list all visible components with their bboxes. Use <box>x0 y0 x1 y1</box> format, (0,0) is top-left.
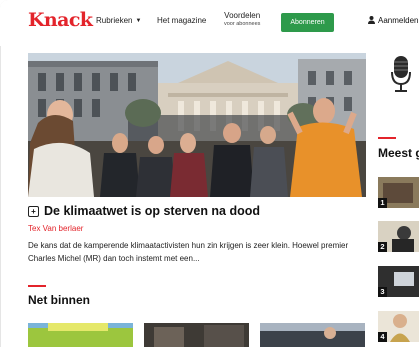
hero-article-title[interactable]: + De klimaatwet is op sterven na dood <box>28 204 260 218</box>
net-binnen-thumbnail[interactable] <box>28 323 133 347</box>
site-logo[interactable]: Knack <box>28 9 93 31</box>
most-read-item[interactable]: 3 <box>378 266 419 297</box>
net-binnen-thumbnail[interactable] <box>260 323 365 347</box>
sidebar-divider <box>378 137 396 139</box>
premium-plus-icon: + <box>28 206 39 217</box>
rank-number: 4 <box>378 332 387 342</box>
login-label: Aanmelden <box>378 16 419 25</box>
nav-magazine[interactable]: Het magazine <box>157 16 206 25</box>
most-read-item[interactable]: 2 <box>378 221 419 252</box>
most-read-item[interactable]: 1 <box>378 177 419 208</box>
site-header: Knack Rubrieken ▼ Het magazine Voordelen … <box>0 0 419 46</box>
microphone-icon[interactable] <box>391 56 411 99</box>
section-divider <box>28 285 46 287</box>
login-link[interactable]: Aanmelden <box>368 16 418 25</box>
meest-gelezen-heading: Meest gelezen <box>378 146 419 160</box>
subscribe-button[interactable]: Abonneren <box>281 13 334 32</box>
nav-rubrieken[interactable]: Rubrieken ▼ <box>96 16 141 25</box>
article-summary: De kans dat de kamperende klimaatactivis… <box>28 241 349 263</box>
most-read-item[interactable]: 4 <box>378 311 419 342</box>
hero-image[interactable] <box>28 53 366 197</box>
article-author[interactable]: Tex Van berlaer <box>28 224 83 233</box>
browser-viewport: Knack Rubrieken ▼ Het magazine Voordelen … <box>0 0 419 347</box>
caret-down-icon: ▼ <box>135 18 142 24</box>
net-binnen-heading: Net binnen <box>28 293 90 307</box>
nav-voordelen[interactable]: Voordelen voor abonnees <box>224 11 260 29</box>
net-binnen-thumbnail[interactable] <box>144 323 249 347</box>
nav-rubrieken-label: Rubrieken <box>96 16 133 25</box>
rank-number: 1 <box>378 198 387 208</box>
user-icon <box>368 16 375 24</box>
nav-voordelen-label: Voordelen <box>224 11 261 20</box>
rank-number: 2 <box>378 242 387 252</box>
hero-article-title-text: De klimaatwet is op sterven na dood <box>44 204 261 218</box>
nav-voordelen-sub: voor abonnees <box>224 21 261 27</box>
rank-number: 3 <box>378 287 387 297</box>
